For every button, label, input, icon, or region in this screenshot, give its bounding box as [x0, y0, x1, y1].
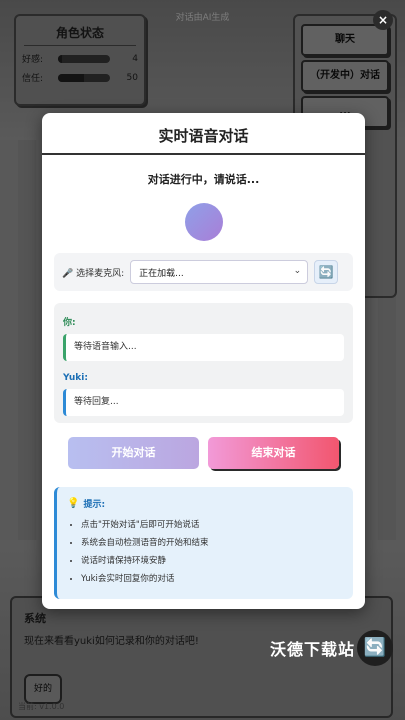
- voice-indicator-orb: [184, 203, 223, 241]
- refresh-icon[interactable]: 🔄: [314, 260, 339, 284]
- modal-title: 实时语音对话: [42, 113, 365, 155]
- user-label: 你:: [63, 318, 76, 328]
- lightbulb-icon: 💡: [67, 498, 80, 509]
- conversation-status: 对话进行中，请说话...: [147, 173, 260, 186]
- voice-chat-modal: 实时语音对话 对话进行中，请说话... 🎤 选择麦克风: 正在加载... ⌄ 🔄…: [42, 113, 365, 609]
- tips-list: 点击"开始对话"后即可开始说话 系统会自动检测语音的开始和结束 说话时请保持环境…: [67, 518, 343, 584]
- user-transcript: 等待语音输入...: [63, 334, 344, 361]
- close-button[interactable]: ×: [373, 10, 393, 30]
- tip-item: 说话时请保持环境安静: [81, 554, 343, 566]
- tip-item: 系统会自动检测语音的开始和结束: [81, 536, 343, 548]
- watermark-text: 沃德下载站: [269, 640, 355, 659]
- start-conversation-button[interactable]: 开始对话: [68, 437, 199, 469]
- microphone-label: 🎤 选择麦克风:: [62, 268, 125, 279]
- chevron-down-icon: ⌄: [293, 266, 302, 276]
- yuki-reply: 等待回复...: [63, 389, 344, 416]
- watermark-logo-icon: 🔄: [357, 630, 393, 666]
- microphone-selector-row: 🎤 选择麦克风: 正在加载... ⌄ 🔄: [54, 253, 353, 291]
- microphone-selected-value: 正在加载...: [139, 268, 184, 279]
- tips-panel: 💡 提示: 点击"开始对话"后即可开始说话 系统会自动检测语音的开始和结束 说话…: [54, 487, 353, 599]
- tips-title-text: 提示:: [83, 500, 106, 510]
- tip-item: 点击"开始对话"后即可开始说话: [81, 518, 343, 530]
- transcript-panel: 你: 等待语音输入... Yuki: 等待回复...: [54, 303, 353, 423]
- tips-title: 💡 提示:: [67, 497, 343, 510]
- end-conversation-button[interactable]: 结束对话: [208, 437, 339, 469]
- yuki-label: Yuki:: [63, 373, 88, 383]
- action-buttons: 开始对话 结束对话: [68, 437, 339, 469]
- tip-item: Yuki会实时回复你的对话: [81, 572, 343, 584]
- microphone-select[interactable]: 正在加载... ⌄: [130, 260, 309, 284]
